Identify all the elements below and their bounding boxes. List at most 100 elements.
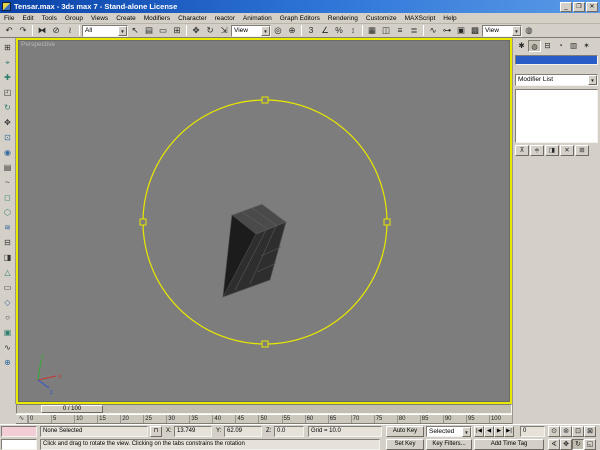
previous-frame-icon[interactable]: ◀ <box>484 426 494 437</box>
left-toolbar-icon[interactable]: ↻ <box>1 100 15 115</box>
left-toolbar-icon[interactable]: ⌖ <box>1 55 15 70</box>
select-and-move-icon[interactable]: ✥ <box>189 24 203 37</box>
menu-item[interactable]: Character <box>174 13 211 24</box>
title-bar[interactable]: Tensar.max - 3ds max 7 - Stand-alone Lic… <box>0 0 600 13</box>
select-and-manipulate-icon[interactable]: ⊕ <box>285 24 299 37</box>
go-to-start-icon[interactable]: |◀ <box>474 426 484 437</box>
menu-item[interactable]: Create <box>112 13 140 24</box>
select-and-rotate-icon[interactable]: ↻ <box>203 24 217 37</box>
select-object-icon[interactable]: ↖ <box>128 24 142 37</box>
dropdown-arrow-icon[interactable]: ▼ <box>118 26 127 36</box>
left-toolbar-icon[interactable]: ⬡ <box>1 205 15 220</box>
selection-filter-dropdown[interactable]: All ▼ <box>82 25 128 37</box>
scene-object[interactable] <box>223 204 286 297</box>
snaps-toggle-icon[interactable]: 3 <box>304 24 318 37</box>
left-toolbar-icon[interactable]: ▤ <box>1 160 15 175</box>
dropdown-arrow-icon[interactable]: ▼ <box>512 26 521 36</box>
zoom-extents-icon[interactable]: ⊡ <box>572 426 584 437</box>
zoom-icon[interactable]: ⊙ <box>548 426 560 437</box>
left-toolbar-icon[interactable]: ⊟ <box>1 235 15 250</box>
menu-item[interactable]: Animation <box>239 13 276 24</box>
align-icon[interactable]: ≡ <box>393 24 407 37</box>
undo-icon[interactable]: ↶ <box>2 24 16 37</box>
mirror-icon[interactable]: ◫ <box>379 24 393 37</box>
render-scene-icon[interactable]: ▩ <box>468 24 482 37</box>
menu-item[interactable]: MAXScript <box>401 13 440 24</box>
pin-stack-icon[interactable]: ⊼ <box>515 145 529 156</box>
object-name-field[interactable] <box>515 55 598 65</box>
utilities-tab[interactable]: ✶ <box>580 40 593 52</box>
render-type-dropdown[interactable]: View ▼ <box>482 25 522 37</box>
y-coordinate-field[interactable]: 62.09 <box>224 426 262 437</box>
maxscript-listener-field[interactable] <box>1 439 37 450</box>
menu-item[interactable]: Rendering <box>324 13 362 24</box>
remove-modifier-icon[interactable]: ✕ <box>560 145 574 156</box>
menu-item[interactable]: Tools <box>38 13 61 24</box>
current-frame-field[interactable]: 0 <box>520 426 545 437</box>
show-end-result-icon[interactable]: ≑ <box>530 145 544 156</box>
percent-snap-icon[interactable]: % <box>332 24 346 37</box>
menu-item[interactable]: reactor <box>211 13 239 24</box>
left-toolbar-icon[interactable]: ✥ <box>1 115 15 130</box>
menu-item[interactable]: Help <box>439 13 460 24</box>
menu-item[interactable]: Group <box>61 13 87 24</box>
min-max-toggle-icon[interactable]: ◱ <box>584 439 596 450</box>
menu-item[interactable]: Views <box>87 13 112 24</box>
maximize-button[interactable]: ❐ <box>573 2 585 12</box>
auto-key-button[interactable]: Auto Key <box>386 426 424 437</box>
make-unique-icon[interactable]: ◨ <box>545 145 559 156</box>
select-and-link-icon[interactable]: ⧓ <box>35 24 49 37</box>
left-toolbar-icon[interactable]: ∿ <box>1 340 15 355</box>
modify-tab[interactable]: ◍ <box>528 40 541 52</box>
redo-icon[interactable]: ↷ <box>16 24 30 37</box>
z-coordinate-field[interactable]: 0.0 <box>274 426 304 437</box>
play-icon[interactable]: ▶ <box>494 426 504 437</box>
close-button[interactable]: ✕ <box>586 2 598 12</box>
menu-item[interactable]: Customize <box>362 13 401 24</box>
selection-region-icon[interactable]: ▭ <box>156 24 170 37</box>
set-key-button[interactable]: Set Key <box>386 439 424 450</box>
left-toolbar-icon[interactable]: ⊕ <box>1 355 15 370</box>
modifier-list-dropdown[interactable]: Modifier List ▼ <box>515 74 598 86</box>
perspective-viewport[interactable]: Perspective x y z <box>16 38 512 404</box>
menu-item[interactable]: Edit <box>18 13 37 24</box>
key-mode-dropdown[interactable]: Selected ▼ <box>426 426 472 437</box>
schematic-view-icon[interactable]: ⊶ <box>440 24 454 37</box>
create-tab[interactable]: ✱ <box>515 40 528 52</box>
left-toolbar-icon[interactable]: ◇ <box>1 295 15 310</box>
zoom-region-icon[interactable]: ⊠ <box>584 426 596 437</box>
field-of-view-icon[interactable]: ∢ <box>548 439 560 450</box>
material-editor-icon[interactable]: ▣ <box>454 24 468 37</box>
add-time-tag[interactable]: Add Time Tag <box>474 439 544 450</box>
motion-tab[interactable]: ◔ <box>554 40 567 52</box>
hierarchy-tab[interactable]: ⊟ <box>541 40 554 52</box>
left-toolbar-icon[interactable]: ⊡ <box>1 130 15 145</box>
dropdown-arrow-icon[interactable]: ▼ <box>588 75 597 85</box>
menu-item[interactable]: File <box>0 13 18 24</box>
macro-recorder-field[interactable] <box>1 426 37 437</box>
dropdown-arrow-icon[interactable]: ▼ <box>462 427 471 437</box>
left-toolbar-icon[interactable]: ◰ <box>1 85 15 100</box>
selection-lock-icon[interactable]: ⊓ <box>150 426 162 437</box>
curve-editor-icon[interactable]: ∿ <box>426 24 440 37</box>
quick-render-icon[interactable]: ◍ <box>522 24 536 37</box>
track-bar[interactable]: ∿ 05101520253035404550556065707580859095… <box>16 414 512 424</box>
left-toolbar-icon[interactable]: ▭ <box>1 280 15 295</box>
left-toolbar-icon[interactable]: ≋ <box>1 220 15 235</box>
left-toolbar-icon[interactable]: ✚ <box>1 70 15 85</box>
unlink-selection-icon[interactable]: ⊘ <box>49 24 63 37</box>
go-to-end-icon[interactable]: ▶| <box>504 426 514 437</box>
left-toolbar-icon[interactable]: ◻ <box>1 190 15 205</box>
left-toolbar-icon[interactable]: ▣ <box>1 325 15 340</box>
arc-rotate-icon[interactable]: ↻ <box>572 439 584 450</box>
key-filters-button[interactable]: Key Filters... <box>426 439 472 450</box>
left-toolbar-icon[interactable]: ◨ <box>1 250 15 265</box>
pan-icon[interactable]: ✥ <box>560 439 572 450</box>
modifier-stack[interactable] <box>515 89 598 143</box>
left-toolbar-icon[interactable]: △ <box>1 265 15 280</box>
viewport-canvas[interactable]: x y z <box>18 40 510 402</box>
use-pivot-point-center-icon[interactable]: ◎ <box>271 24 285 37</box>
layer-manager-icon[interactable]: ≣ <box>407 24 421 37</box>
time-slider[interactable]: 0 / 100 <box>16 404 512 414</box>
reference-coordinate-system-dropdown[interactable]: View ▼ <box>231 25 271 37</box>
